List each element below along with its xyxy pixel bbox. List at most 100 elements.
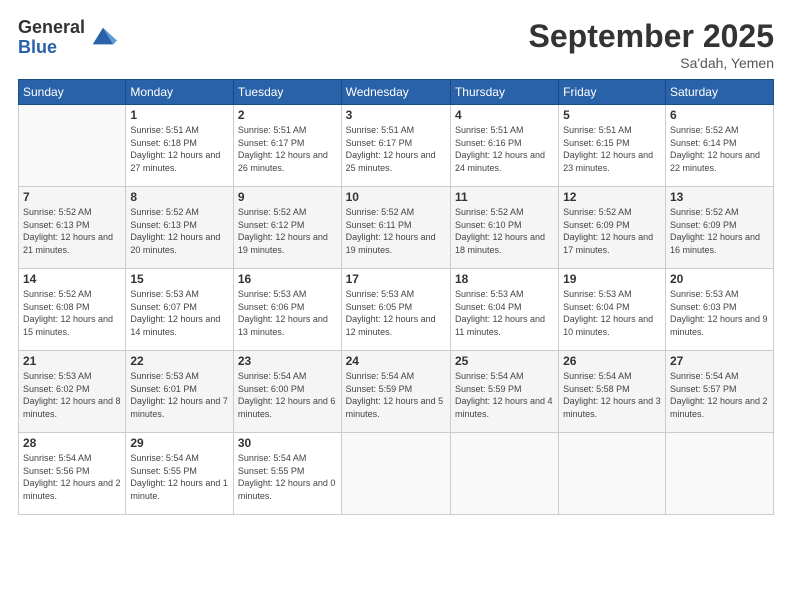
- column-header-saturday: Saturday: [665, 80, 773, 105]
- day-number: 3: [346, 108, 446, 122]
- column-header-monday: Monday: [126, 80, 234, 105]
- day-number: 26: [563, 354, 661, 368]
- calendar-day-16: 16Sunrise: 5:53 AM Sunset: 6:06 PM Dayli…: [233, 269, 341, 351]
- header: General Blue September 2025 Sa'dah, Yeme…: [18, 18, 774, 71]
- day-info: Sunrise: 5:54 AM Sunset: 5:58 PM Dayligh…: [563, 370, 661, 420]
- calendar-day-19: 19 Sunrise: 5:53 AM Sunset: 6:04 PM Dayli…: [559, 269, 666, 351]
- day-info: Sunrise: 5:52 AM Sunset: 6:09 PM Dayligh…: [670, 206, 769, 256]
- logo-text: General Blue: [18, 18, 85, 58]
- logo-icon: [89, 22, 117, 50]
- day-number: 6: [670, 108, 769, 122]
- calendar-day-10: 10Sunrise: 5:52 AM Sunset: 6:11 PM Dayli…: [341, 187, 450, 269]
- day-info: Sunrise: 5:52 AM Sunset: 6:13 PM Dayligh…: [23, 206, 121, 256]
- day-number: 5: [563, 108, 661, 122]
- day-info: Sunrise: 5:53 AM Sunset: 6:04 PM Dayligh…: [455, 288, 554, 338]
- column-header-sunday: Sunday: [19, 80, 126, 105]
- calendar-header-row: SundayMondayTuesdayWednesdayThursdayFrid…: [19, 80, 774, 105]
- column-header-friday: Friday: [559, 80, 666, 105]
- calendar-day-15: 15 Sunrise: 5:53 AM Sunset: 6:07 PM Dayli…: [126, 269, 234, 351]
- day-number: 14: [23, 272, 121, 286]
- day-number: 24: [346, 354, 446, 368]
- calendar-day-9: 9 Sunrise: 5:52 AM Sunset: 6:12 PM Daylig…: [233, 187, 341, 269]
- day-info: Sunrise: 5:53 AM Sunset: 6:01 PM Dayligh…: [130, 370, 229, 420]
- calendar-week-row: 1Sunrise: 5:51 AM Sunset: 6:18 PM Daylig…: [19, 105, 774, 187]
- day-info: Sunrise: 5:54 AM Sunset: 5:55 PM Dayligh…: [238, 452, 337, 502]
- day-info: Sunrise: 5:52 AM Sunset: 6:09 PM Dayligh…: [563, 206, 661, 256]
- logo: General Blue: [18, 18, 117, 58]
- location: Sa'dah, Yemen: [529, 55, 774, 71]
- day-info: Sunrise: 5:54 AM Sunset: 6:00 PM Dayligh…: [238, 370, 337, 420]
- calendar-day-13: 13 Sunrise: 5:52 AM Sunset: 6:09 PM Dayli…: [665, 187, 773, 269]
- calendar-week-row: 21Sunrise: 5:53 AM Sunset: 6:02 PM Dayli…: [19, 351, 774, 433]
- calendar-day-7: 7Sunrise: 5:52 AM Sunset: 6:13 PM Daylig…: [19, 187, 126, 269]
- day-info: Sunrise: 5:52 AM Sunset: 6:11 PM Dayligh…: [346, 206, 446, 256]
- day-info: Sunrise: 5:52 AM Sunset: 6:08 PM Dayligh…: [23, 288, 121, 338]
- logo-blue: Blue: [18, 38, 85, 58]
- day-number: 20: [670, 272, 769, 286]
- calendar-week-row: 14 Sunrise: 5:52 AM Sunset: 6:08 PM Dayli…: [19, 269, 774, 351]
- day-number: 21: [23, 354, 121, 368]
- calendar-day-26: 26 Sunrise: 5:54 AM Sunset: 5:58 PM Dayli…: [559, 351, 666, 433]
- calendar-day-29: 29Sunrise: 5:54 AM Sunset: 5:55 PM Dayli…: [126, 433, 234, 515]
- calendar-week-row: 28 Sunrise: 5:54 AM Sunset: 5:56 PM Dayli…: [19, 433, 774, 515]
- day-number: 19: [563, 272, 661, 286]
- column-header-thursday: Thursday: [450, 80, 558, 105]
- calendar-empty-cell: [559, 433, 666, 515]
- day-number: 30: [238, 436, 337, 450]
- calendar-day-11: 11 Sunrise: 5:52 AM Sunset: 6:10 PM Dayli…: [450, 187, 558, 269]
- day-info: Sunrise: 5:54 AM Sunset: 5:59 PM Dayligh…: [346, 370, 446, 420]
- calendar-day-6: 6 Sunrise: 5:52 AM Sunset: 6:14 PM Daylig…: [665, 105, 773, 187]
- calendar-day-3: 3 Sunrise: 5:51 AM Sunset: 6:17 PM Daylig…: [341, 105, 450, 187]
- calendar-day-30: 30 Sunrise: 5:54 AM Sunset: 5:55 PM Dayli…: [233, 433, 341, 515]
- day-number: 27: [670, 354, 769, 368]
- calendar-day-28: 28 Sunrise: 5:54 AM Sunset: 5:56 PM Dayli…: [19, 433, 126, 515]
- day-number: 29: [130, 436, 229, 450]
- day-number: 28: [23, 436, 121, 450]
- day-number: 9: [238, 190, 337, 204]
- day-info: Sunrise: 5:53 AM Sunset: 6:06 PM Dayligh…: [238, 288, 337, 338]
- calendar-day-18: 18 Sunrise: 5:53 AM Sunset: 6:04 PM Dayli…: [450, 269, 558, 351]
- day-number: 25: [455, 354, 554, 368]
- calendar-day-21: 21Sunrise: 5:53 AM Sunset: 6:02 PM Dayli…: [19, 351, 126, 433]
- calendar-day-24: 24 Sunrise: 5:54 AM Sunset: 5:59 PM Dayli…: [341, 351, 450, 433]
- day-info: Sunrise: 5:53 AM Sunset: 6:05 PM Dayligh…: [346, 288, 446, 338]
- calendar-empty-cell: [665, 433, 773, 515]
- calendar-empty-cell: [450, 433, 558, 515]
- day-info: Sunrise: 5:51 AM Sunset: 6:17 PM Dayligh…: [346, 124, 446, 174]
- calendar-day-5: 5Sunrise: 5:51 AM Sunset: 6:15 PM Daylig…: [559, 105, 666, 187]
- day-info: Sunrise: 5:53 AM Sunset: 6:04 PM Dayligh…: [563, 288, 661, 338]
- calendar-empty-cell: [341, 433, 450, 515]
- calendar-day-20: 20Sunrise: 5:53 AM Sunset: 6:03 PM Dayli…: [665, 269, 773, 351]
- day-info: Sunrise: 5:52 AM Sunset: 6:12 PM Dayligh…: [238, 206, 337, 256]
- day-info: Sunrise: 5:51 AM Sunset: 6:17 PM Dayligh…: [238, 124, 337, 174]
- calendar-table: SundayMondayTuesdayWednesdayThursdayFrid…: [18, 79, 774, 515]
- day-info: Sunrise: 5:54 AM Sunset: 5:59 PM Dayligh…: [455, 370, 554, 420]
- calendar-day-8: 8Sunrise: 5:52 AM Sunset: 6:13 PM Daylig…: [126, 187, 234, 269]
- column-header-wednesday: Wednesday: [341, 80, 450, 105]
- day-number: 2: [238, 108, 337, 122]
- day-info: Sunrise: 5:54 AM Sunset: 5:56 PM Dayligh…: [23, 452, 121, 502]
- calendar-day-27: 27Sunrise: 5:54 AM Sunset: 5:57 PM Dayli…: [665, 351, 773, 433]
- day-number: 17: [346, 272, 446, 286]
- day-number: 11: [455, 190, 554, 204]
- calendar-day-12: 12 Sunrise: 5:52 AM Sunset: 6:09 PM Dayli…: [559, 187, 666, 269]
- month-title: September 2025: [529, 18, 774, 55]
- day-number: 13: [670, 190, 769, 204]
- calendar-week-row: 7Sunrise: 5:52 AM Sunset: 6:13 PM Daylig…: [19, 187, 774, 269]
- day-info: Sunrise: 5:53 AM Sunset: 6:07 PM Dayligh…: [130, 288, 229, 338]
- day-number: 8: [130, 190, 229, 204]
- day-number: 15: [130, 272, 229, 286]
- day-info: Sunrise: 5:51 AM Sunset: 6:18 PM Dayligh…: [130, 124, 229, 174]
- day-info: Sunrise: 5:52 AM Sunset: 6:14 PM Dayligh…: [670, 124, 769, 174]
- calendar-day-25: 25 Sunrise: 5:54 AM Sunset: 5:59 PM Dayli…: [450, 351, 558, 433]
- calendar-day-14: 14 Sunrise: 5:52 AM Sunset: 6:08 PM Dayli…: [19, 269, 126, 351]
- day-info: Sunrise: 5:52 AM Sunset: 6:10 PM Dayligh…: [455, 206, 554, 256]
- day-number: 4: [455, 108, 554, 122]
- calendar-empty-cell: [19, 105, 126, 187]
- calendar-day-22: 22Sunrise: 5:53 AM Sunset: 6:01 PM Dayli…: [126, 351, 234, 433]
- calendar-day-23: 23Sunrise: 5:54 AM Sunset: 6:00 PM Dayli…: [233, 351, 341, 433]
- logo-general: General: [18, 18, 85, 38]
- column-header-tuesday: Tuesday: [233, 80, 341, 105]
- day-number: 12: [563, 190, 661, 204]
- day-number: 18: [455, 272, 554, 286]
